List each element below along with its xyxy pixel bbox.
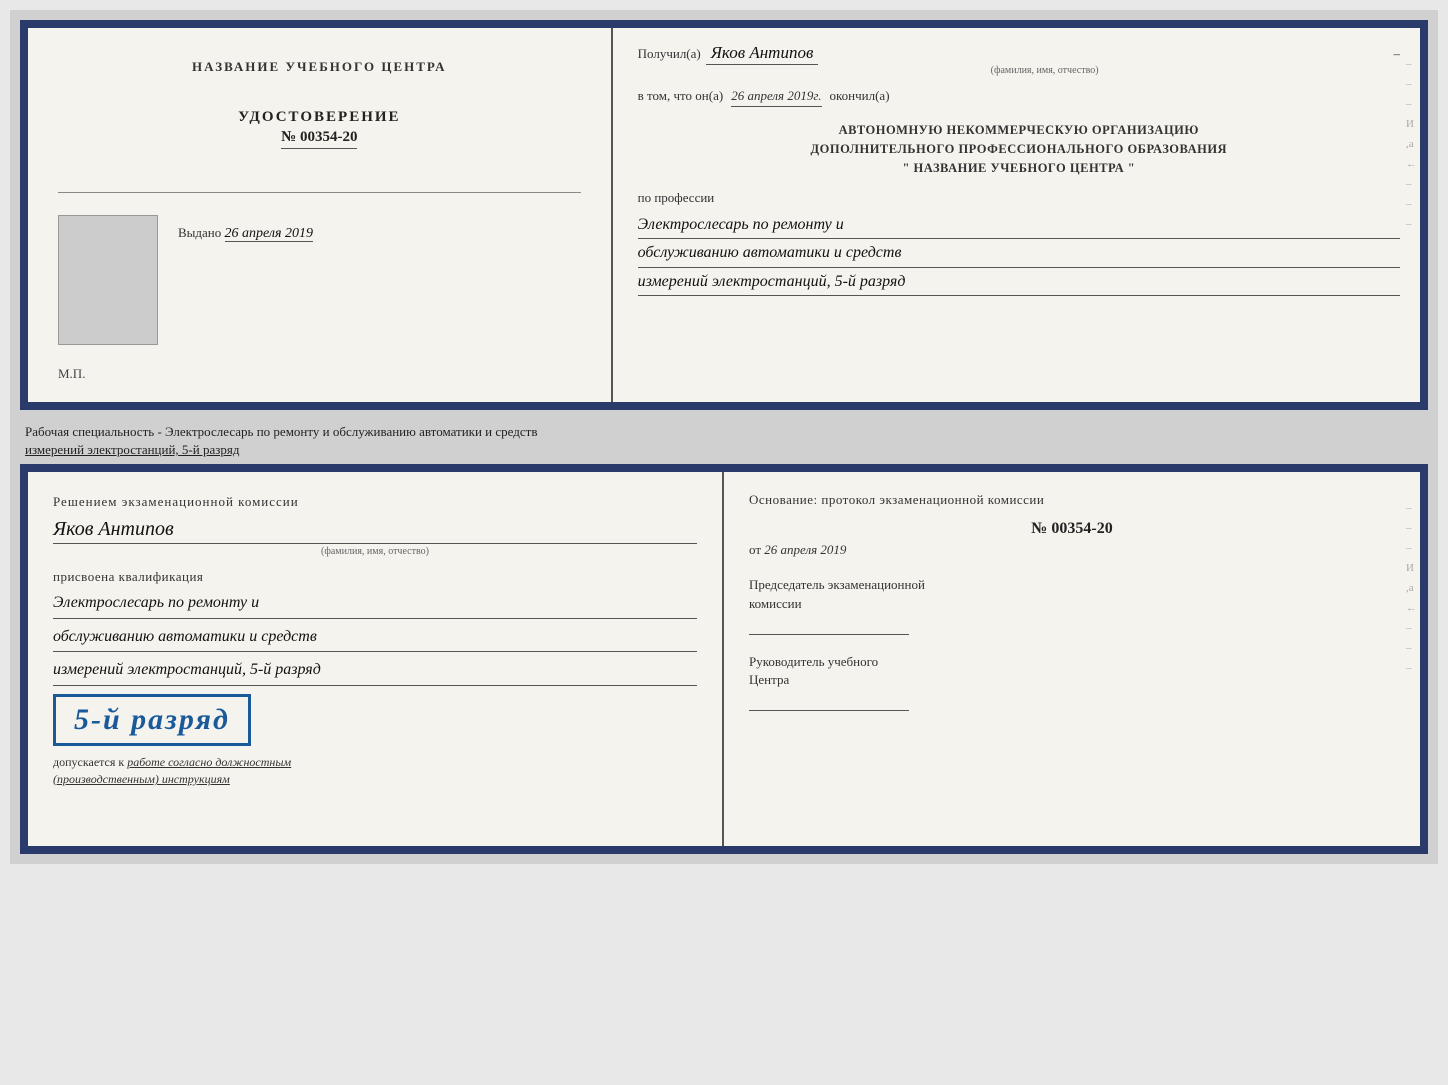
org-line2: ДОПОЛНИТЕЛЬНОГО ПРОФЕССИОНАЛЬНОГО ОБРАЗО… [638, 140, 1400, 159]
po-professii-label: по профессии [638, 190, 715, 205]
predsedatel-label: Председатель экзаменационной комиссии [749, 576, 1395, 612]
rank-badge-text: 5-й разряд [74, 703, 230, 736]
dopuskaetsya-hw2: (производственным) инструкциям [53, 772, 230, 786]
ot-date: 26 апреля 2019 [764, 542, 846, 557]
po-professii-block: по профессии Электрослесарь по ремонту и… [638, 189, 1400, 296]
v-tom-label: в том, что он(а) [638, 88, 724, 104]
qual-line1: Электрослесарь по ремонту и [53, 589, 697, 619]
dopuskaetsya-line: допускается к работе согласно должностны… [53, 754, 697, 788]
rank-badge: 5-й разряд [53, 694, 251, 746]
fio-hint-top: (фамилия, имя, отчество) [706, 65, 1384, 76]
mp-label: М.П. [58, 366, 581, 382]
resheniem-text: Решением экзаменационной комиссии [53, 492, 697, 512]
osnovanie-block: Основание: протокол экзаменационной коми… [749, 492, 1395, 508]
dopuskaetsya-hw: работе согласно должностным [127, 755, 291, 769]
bottom-left-panel: Решением экзаменационной комиссии Яков А… [28, 472, 724, 846]
bottom-person-name: Яков Антипов [53, 518, 697, 544]
photo-placeholder [58, 215, 158, 345]
vydano-line: Выдано 26 апреля 2019 [178, 225, 581, 242]
bottom-document: Решением экзаменационной комиссии Яков А… [20, 464, 1428, 854]
org-block: АВТОНОМНУЮ НЕКОММЕРЧЕСКУЮ ОРГАНИЗАЦИЮ ДО… [638, 121, 1400, 177]
org-line1: АВТОНОМНУЮ НЕКОММЕРЧЕСКУЮ ОРГАНИЗАЦИЮ [638, 121, 1400, 140]
profession-line2: обслуживанию автоматики и средств [638, 239, 1400, 267]
between-text-line1: Рабочая специальность - Электрослесарь п… [25, 424, 537, 439]
v-tom-date: 26 апреля 2019г. [731, 88, 821, 107]
profession-line1: Электрослесарь по ремонту и [638, 211, 1400, 239]
fio-hint-bottom: (фамилия, имя, отчество) [53, 546, 697, 557]
rukovoditel-label: Руководитель учебного Центра [749, 653, 1395, 689]
v-tom-line: в том, что он(а) 26 апреля 2019г. окончи… [638, 88, 1400, 107]
ot-line: от 26 апреля 2019 [749, 542, 1395, 558]
predsedatel-block: Председатель экзаменационной комиссии [749, 576, 1395, 634]
rukovoditel-block: Руководитель учебного Центра [749, 653, 1395, 711]
left-content-row: Выдано 26 апреля 2019 [58, 215, 581, 345]
profession-line3: измерений электростанций, 5-й разряд [638, 268, 1400, 296]
poluchil-line: Получил(а) Яков Антипов (фамилия, имя, о… [638, 43, 1400, 76]
predsedatel-signature-line [749, 617, 909, 635]
okonchil-label: окончил(а) [830, 88, 890, 104]
page-wrapper: НАЗВАНИЕ УЧЕБНОГО ЦЕНТРА УДОСТОВЕРЕНИЕ №… [10, 10, 1438, 864]
org-name: " НАЗВАНИЕ УЧЕБНОГО ЦЕНТРА " [638, 159, 1400, 178]
ot-label: от [749, 542, 761, 557]
rukovoditel-signature-line [749, 693, 909, 711]
osnovanie-label: Основание: протокол экзаменационной коми… [749, 492, 1044, 507]
udostoverenie-label: УДОСТОВЕРЕНИЕ [238, 109, 401, 126]
top-document: НАЗВАНИЕ УЧЕБНОГО ЦЕНТРА УДОСТОВЕРЕНИЕ №… [20, 20, 1428, 410]
top-right-panel: Получил(а) Яков Антипов (фамилия, имя, о… [613, 28, 1420, 402]
qual-line2: обслуживанию автоматики и средств [53, 623, 697, 653]
vydano-date: 26 апреля 2019 [225, 226, 313, 242]
bottom-right-panel: Основание: протокол экзаменационной коми… [724, 472, 1420, 846]
between-text-line2: измерений электростанций, 5-й разряд [25, 442, 239, 457]
poluchil-label: Получил(а) [638, 46, 701, 62]
top-left-panel: НАЗВАНИЕ УЧЕБНОГО ЦЕНТРА УДОСТОВЕРЕНИЕ №… [28, 28, 613, 402]
side-dash-marks-top: – – – И ,а ← – – – [1406, 58, 1417, 230]
udostoverenie-number: № 00354-20 [281, 129, 357, 149]
prisvoena-text: присвоена квалификация [53, 569, 697, 585]
udostoverenie-block: УДОСТОВЕРЕНИЕ № 00354-20 [238, 109, 401, 149]
recipient-name: Яков Антипов [706, 43, 819, 65]
qual-line3: измерений электростанций, 5-й разряд [53, 656, 697, 686]
top-left-title: НАЗВАНИЕ УЧЕБНОГО ЦЕНТРА [192, 58, 447, 76]
dopuskaetsya-prefix: допускается к [53, 755, 124, 769]
protocol-number: № 00354-20 [749, 520, 1395, 538]
side-dash-marks-bottom: – – – И ,а ← – – – [1406, 502, 1417, 674]
between-docs: Рабочая специальность - Электрослесарь п… [20, 418, 1428, 464]
